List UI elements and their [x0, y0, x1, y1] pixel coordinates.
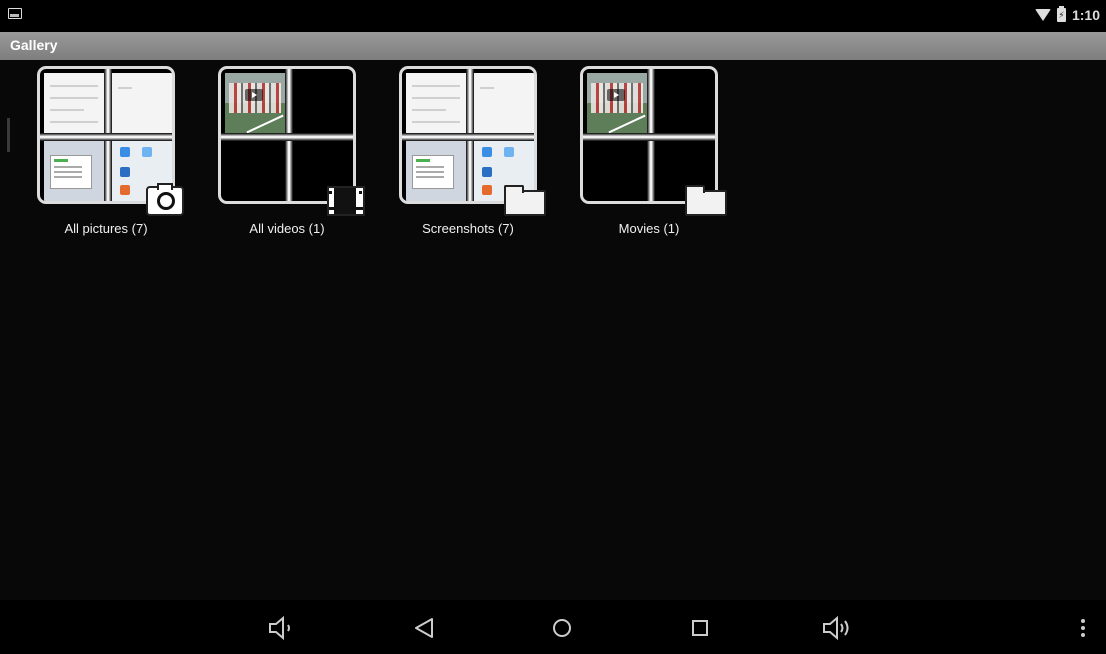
gallery-notification-icon [8, 8, 22, 19]
album-all-pictures[interactable]: All pictures (7) [32, 66, 184, 236]
clock: 1:10 [1071, 7, 1100, 23]
back-icon[interactable] [405, 612, 445, 644]
volume-down-icon[interactable] [264, 612, 304, 644]
recents-icon[interactable] [680, 612, 720, 644]
wifi-icon [1034, 9, 1051, 21]
battery-charging-icon [1056, 6, 1066, 22]
action-bar: Gallery [0, 32, 1106, 60]
thumbnail-tile [406, 73, 466, 133]
thumbnail-tile [44, 73, 104, 133]
edge-handle [7, 118, 10, 152]
album-label: Movies (1) [618, 221, 680, 236]
album-all-videos[interactable]: All videos (1) [213, 66, 365, 236]
thumbnail-tile [112, 73, 172, 133]
film-icon [327, 186, 365, 216]
album-thumbnail[interactable] [218, 66, 356, 204]
thumbnail-tile [225, 73, 285, 134]
thumbnail-tile [587, 73, 647, 134]
thumbnail-tile [474, 73, 534, 133]
thumbnail-tile [44, 141, 104, 201]
status-bar: 1:10 [0, 0, 1106, 32]
album-thumbnail[interactable] [399, 66, 537, 204]
album-thumbnail[interactable] [37, 66, 175, 204]
folder-icon [504, 185, 546, 216]
volume-up-icon[interactable] [818, 612, 858, 644]
album-thumbnail[interactable] [580, 66, 718, 204]
overflow-menu-icon[interactable] [1068, 612, 1098, 644]
camera-icon [146, 183, 184, 216]
album-movies[interactable]: Movies (1) [575, 66, 727, 236]
album-screenshots[interactable]: Screenshots (7) [394, 66, 546, 236]
thumbnail-tile [406, 141, 466, 201]
home-icon[interactable] [542, 612, 582, 644]
album-label: All pictures (7) [64, 221, 148, 236]
album-label: All videos (1) [249, 221, 325, 236]
navigation-bar [0, 600, 1106, 654]
album-label: Screenshots (7) [422, 221, 514, 236]
status-icons: 1:10 [1034, 5, 1100, 25]
folder-icon [685, 185, 727, 216]
app-title: Gallery [10, 37, 58, 53]
